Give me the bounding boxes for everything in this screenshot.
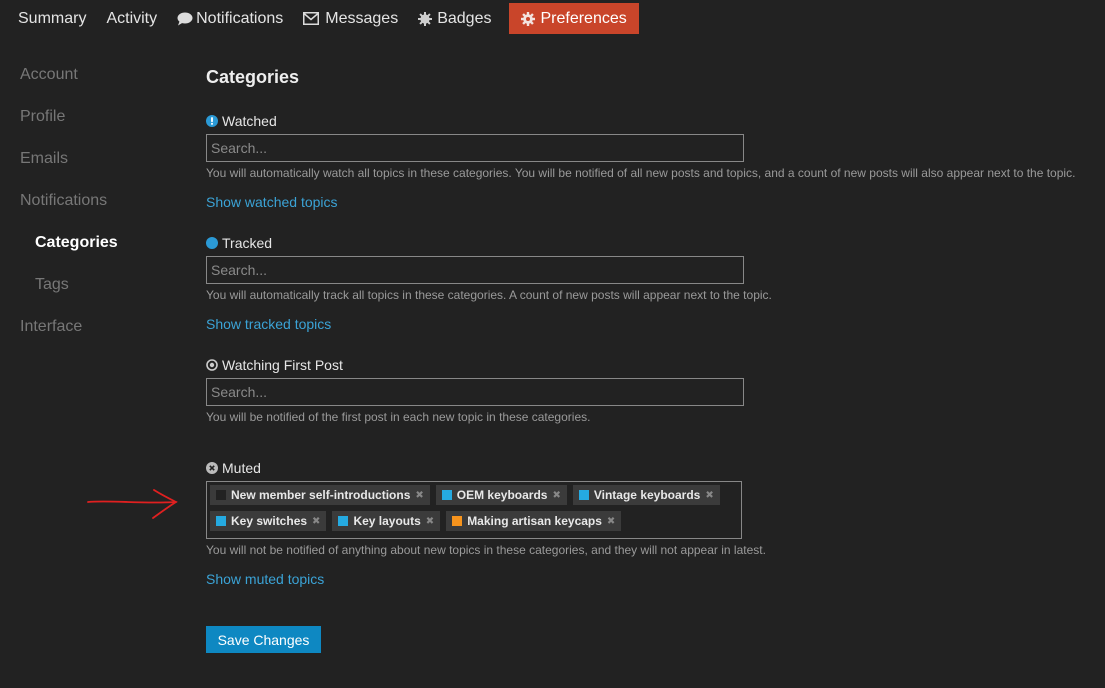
watching-first-post-section: Watching First Post You will be notified… [206,356,1096,424]
watched-section: Watched You will automatically watch all… [206,112,1096,212]
sidebar-item-notifications[interactable]: Notifications [0,180,190,222]
show-watched-topics-link[interactable]: Show watched topics [206,194,338,210]
muted-category-tag: Vintage keyboards ✖ [572,485,720,505]
user-nav: Summary Activity Notifications Messages … [8,3,639,34]
remove-tag-icon[interactable]: ✖ [552,490,560,501]
nav-notifications[interactable]: Notifications [167,3,293,34]
nav-messages-label: Messages [325,9,399,27]
nav-activity[interactable]: Activity [96,3,167,34]
annotation-arrow [87,489,178,519]
category-color-swatch [578,490,589,500]
muted-category-label: Making artisan keycaps [467,514,602,528]
muted-tag-row: New member self-introductions ✖ OEM keyb… [210,485,738,505]
sidebar-item-account[interactable]: Account [0,54,190,96]
muted-category-tag: Key layouts ✖ [332,511,441,531]
muted-category-label: Vintage keyboards [593,488,701,502]
remove-tag-icon[interactable]: ✖ [607,516,615,527]
muted-category-label: New member self-introductions [231,488,411,502]
watched-help-text: You will automatically watch all topics … [206,166,1076,180]
muted-category-tag: OEM keyboards ✖ [435,485,567,505]
category-color-swatch [441,490,452,500]
remove-tag-icon[interactable]: ✖ [426,516,434,527]
page-title: Categories [206,67,300,87]
tracked-help-text: You will automatically track all topics … [206,288,772,302]
muted-label: Muted [206,459,1096,477]
nav-preferences[interactable]: Preferences [509,3,639,34]
remove-tag-icon[interactable]: ✖ [705,490,713,501]
exclamation-circle-icon [206,115,218,127]
watched-label-text: Watched [222,113,277,129]
sidebar-item-tags[interactable]: Tags [0,264,190,306]
muted-category-tag: Key switches ✖ [210,511,327,531]
nav-badges[interactable]: Badges [408,3,501,34]
remove-tag-icon[interactable]: ✖ [415,490,423,501]
nav-activity-label: Activity [106,9,158,27]
circle-icon [206,237,218,249]
preferences-sidebar: Account Profile Emails Notifications Cat… [0,54,190,348]
show-muted-topics-link[interactable]: Show muted topics [206,571,324,587]
tracked-label: Tracked [206,234,1096,252]
save-changes-button[interactable]: Save Changes [206,626,321,653]
category-color-swatch [338,516,349,526]
nav-notifications-label: Notifications [196,9,284,27]
muted-category-label: Key layouts [353,514,421,528]
times-circle-icon [206,462,218,474]
dot-circle-icon [206,359,218,371]
watched-search-input[interactable] [206,134,744,162]
muted-categories-input[interactable]: New member self-introductions ✖ OEM keyb… [206,481,742,539]
nav-badges-label: Badges [437,9,492,27]
category-color-swatch [452,516,463,526]
watching-first-post-label-text: Watching First Post [222,357,343,373]
sidebar-item-interface[interactable]: Interface [0,306,190,348]
category-color-swatch [216,516,226,526]
watching-first-post-label: Watching First Post [206,356,1096,374]
muted-category-label: Key switches [231,514,308,528]
muted-category-label: OEM keyboards [456,488,548,502]
muted-tag-row: Key switches ✖ Key layouts ✖ Making arti… [210,511,738,531]
nav-messages[interactable]: Messages [293,3,408,34]
tracked-section: Tracked You will automatically track all… [206,234,1096,334]
watching-first-post-search-input[interactable] [206,378,744,406]
show-tracked-topics-link[interactable]: Show tracked topics [206,316,331,332]
sidebar-item-profile[interactable]: Profile [0,96,190,138]
remove-tag-icon[interactable]: ✖ [312,516,320,527]
muted-label-text: Muted [222,460,261,476]
gear-icon [521,11,536,26]
muted-category-tag: New member self-introductions ✖ [210,485,430,505]
muted-help-text: You will not be notified of anything abo… [206,543,766,557]
muted-category-tag: Making artisan keycaps ✖ [446,511,622,531]
sidebar-item-emails[interactable]: Emails [0,138,190,180]
tracked-label-text: Tracked [222,235,273,251]
comment-icon [177,12,193,26]
envelope-icon [303,12,320,25]
sidebar-item-categories[interactable]: Categories [0,222,190,264]
nav-summary[interactable]: Summary [8,3,96,34]
tracked-search-input[interactable] [206,256,744,284]
nav-summary-label: Summary [18,9,87,27]
muted-section: Muted New member self-introductions ✖ OE… [206,459,1096,589]
watched-label: Watched [206,112,1096,130]
watching-first-post-help-text: You will be notified of the first post i… [206,410,591,424]
category-color-swatch [216,490,226,500]
badge-icon [418,11,433,26]
nav-preferences-label: Preferences [540,9,627,27]
